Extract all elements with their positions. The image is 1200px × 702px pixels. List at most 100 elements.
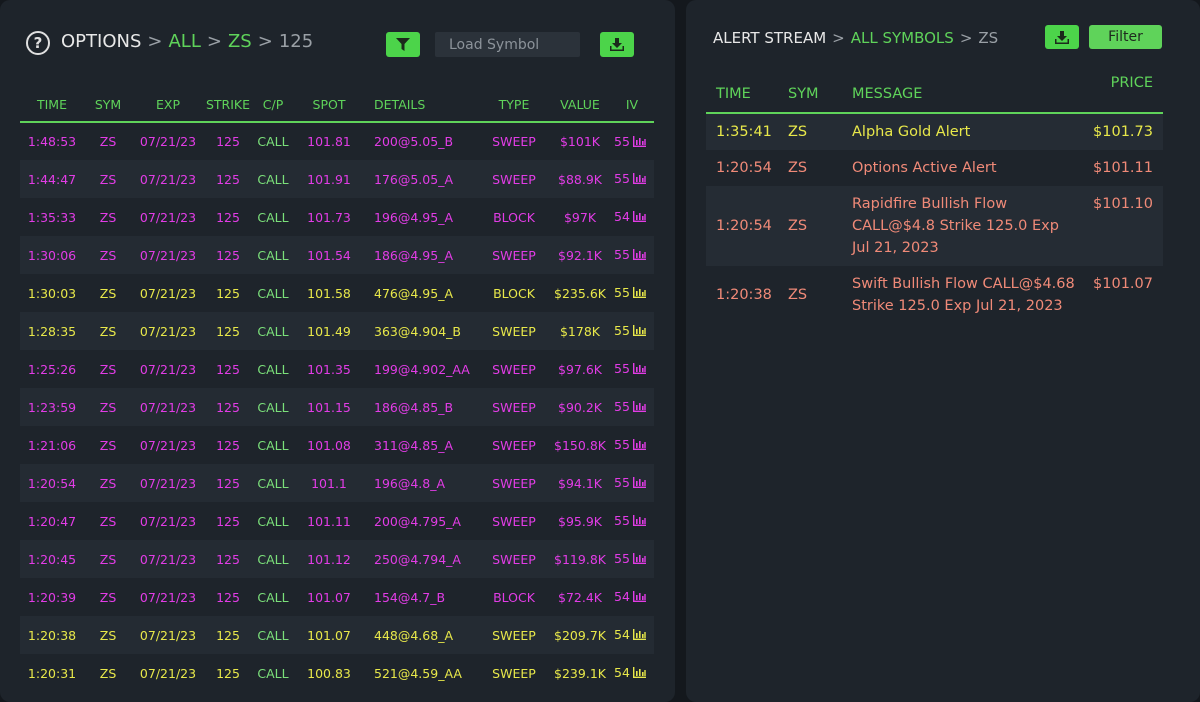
cell-spot: 101.07	[294, 616, 364, 654]
chart-bars-icon[interactable]	[632, 400, 646, 415]
column-header-sym[interactable]: SYM	[84, 88, 132, 123]
chart-bars-icon[interactable]	[632, 666, 646, 681]
column-header-strike[interactable]: STRIKE	[204, 88, 252, 123]
breadcrumb-all-symbols[interactable]: ALL SYMBOLS	[851, 29, 954, 47]
column-header-message[interactable]: MESSAGE	[852, 75, 1078, 114]
load-symbol-input[interactable]	[435, 32, 580, 57]
cell-details: 448@4.68_A	[364, 616, 478, 654]
cell-exp: 07/21/23	[132, 236, 204, 274]
cell-strike: 125	[204, 160, 252, 198]
iv-value: 55	[614, 247, 630, 262]
cell-time: 1:20:54	[20, 464, 84, 502]
column-header-price[interactable]: PRICE	[1078, 75, 1163, 114]
column-header-value[interactable]: VALUE	[550, 88, 610, 123]
cell-time: 1:44:47	[20, 160, 84, 198]
table-row[interactable]: 1:20:31 ZS 07/21/23 125 CALL 100.83 521@4.59_A…	[20, 654, 654, 692]
alert-cell-price: $101.73	[1078, 113, 1163, 150]
alert-row[interactable]: 1:20:54 ZS Options Active Alert $101.11	[706, 150, 1163, 186]
options-panel: ? OPTIONS > ALL > ZS > 125 Load Symbol T…	[0, 0, 675, 702]
table-row[interactable]: 1:20:54 ZS 07/21/23 125 CALL 101.1 196@4.8_A SW…	[20, 464, 654, 502]
cell-iv: 55	[610, 312, 654, 350]
column-header-type[interactable]: TYPE	[478, 88, 550, 123]
table-row[interactable]: 1:20:38 ZS 07/21/23 125 CALL 101.07 448@4.68_A…	[20, 616, 654, 654]
table-row[interactable]: 1:48:53 ZS 07/21/23 125 CALL 101.81 200@5.05_B…	[20, 122, 654, 160]
cell-cp: CALL	[252, 426, 294, 464]
column-header-details[interactable]: DETAILS	[364, 88, 478, 123]
breadcrumb-symbol[interactable]: ZS	[228, 31, 252, 52]
cell-exp: 07/21/23	[132, 198, 204, 236]
alert-filter-button[interactable]: Filter	[1089, 25, 1162, 49]
table-row[interactable]: 1:28:35 ZS 07/21/23 125 CALL 101.49 363@4.904_…	[20, 312, 654, 350]
cell-iv: 55	[610, 540, 654, 578]
cell-type: SWEEP	[478, 502, 550, 540]
cell-value: $90.2K	[550, 388, 610, 426]
chart-bars-icon[interactable]	[632, 552, 646, 567]
cell-details: 186@4.85_B	[364, 388, 478, 426]
chart-bars-icon[interactable]	[632, 514, 646, 529]
download-button[interactable]	[600, 32, 634, 57]
column-header-spot[interactable]: SPOT	[294, 88, 364, 123]
chart-bars-icon[interactable]	[632, 286, 646, 301]
cell-type: BLOCK	[478, 578, 550, 616]
alert-cell-price: $101.10	[1078, 186, 1163, 266]
cell-spot: 101.54	[294, 236, 364, 274]
cell-value: $97.6K	[550, 350, 610, 388]
options-table: TIME SYM EXP STRIKE C/P SPOT DETAILS TYPE VALUE I…	[20, 88, 654, 692]
chart-bars-icon[interactable]	[632, 438, 646, 453]
column-header-cp[interactable]: C/P	[252, 88, 294, 123]
chart-bars-icon[interactable]	[632, 210, 646, 225]
alert-row[interactable]: 1:20:54 ZS Rapidfire Bullish Flow CALL@$4.…	[706, 186, 1163, 266]
breadcrumb-alert-stream[interactable]: ALERT STREAM	[713, 29, 826, 47]
chart-bars-icon[interactable]	[632, 248, 646, 263]
cell-value: $72.4K	[550, 578, 610, 616]
column-header-time[interactable]: TIME	[20, 88, 84, 123]
alert-row[interactable]: 1:20:38 ZS Swift Bullish Flow CALL@$4.68 S…	[706, 266, 1163, 324]
cell-exp: 07/21/23	[132, 388, 204, 426]
chart-bars-icon[interactable]	[632, 135, 646, 150]
cell-details: 311@4.85_A	[364, 426, 478, 464]
cell-value: $209.7K	[550, 616, 610, 654]
table-row[interactable]: 1:21:06 ZS 07/21/23 125 CALL 101.08 311@4.85_A…	[20, 426, 654, 464]
download-icon	[1055, 30, 1069, 44]
alert-row[interactable]: 1:35:41 ZS Alpha Gold Alert $101.73	[706, 113, 1163, 150]
table-row[interactable]: 1:23:59 ZS 07/21/23 125 CALL 101.15 186@4.85_B…	[20, 388, 654, 426]
filter-button[interactable]	[386, 32, 420, 57]
cell-strike: 125	[204, 654, 252, 692]
help-icon[interactable]: ?	[26, 31, 50, 55]
alert-table-body: 1:35:41 ZS Alpha Gold Alert $101.73 1:20:54 Z…	[706, 113, 1163, 324]
chart-bars-icon[interactable]	[632, 362, 646, 377]
table-row[interactable]: 1:20:39 ZS 07/21/23 125 CALL 101.07 154@4.7_B B…	[20, 578, 654, 616]
alert-download-button[interactable]	[1045, 25, 1079, 49]
table-row[interactable]: 1:35:33 ZS 07/21/23 125 CALL 101.73 196@4.95_A…	[20, 198, 654, 236]
table-row[interactable]: 1:30:03 ZS 07/21/23 125 CALL 101.58 476@4.95_A…	[20, 274, 654, 312]
cell-cp: CALL	[252, 122, 294, 160]
breadcrumb-all[interactable]: ALL	[168, 31, 200, 52]
table-row[interactable]: 1:20:47 ZS 07/21/23 125 CALL 101.11 200@4.795_…	[20, 502, 654, 540]
cell-type: SWEEP	[478, 540, 550, 578]
column-header-time[interactable]: TIME	[706, 75, 788, 114]
chart-bars-icon[interactable]	[632, 172, 646, 187]
column-header-iv[interactable]: IV	[610, 88, 654, 123]
cell-iv: 54	[610, 198, 654, 236]
cell-time: 1:48:53	[20, 122, 84, 160]
chart-bars-icon[interactable]	[632, 590, 646, 605]
cell-iv: 54	[610, 578, 654, 616]
chart-bars-icon[interactable]	[632, 324, 646, 339]
alert-cell-message: Options Active Alert	[852, 150, 1078, 186]
chart-bars-icon[interactable]	[632, 628, 646, 643]
cell-cp: CALL	[252, 578, 294, 616]
cell-exp: 07/21/23	[132, 540, 204, 578]
chart-bars-icon[interactable]	[632, 476, 646, 491]
cell-time: 1:21:06	[20, 426, 84, 464]
cell-cp: CALL	[252, 654, 294, 692]
table-row[interactable]: 1:30:06 ZS 07/21/23 125 CALL 101.54 186@4.95_A…	[20, 236, 654, 274]
column-header-sym[interactable]: SYM	[788, 75, 852, 114]
breadcrumb-options[interactable]: OPTIONS	[61, 31, 141, 52]
iv-value: 55	[614, 513, 630, 528]
table-row[interactable]: 1:20:45 ZS 07/21/23 125 CALL 101.12 250@4.794_…	[20, 540, 654, 578]
cell-strike: 125	[204, 312, 252, 350]
column-header-exp[interactable]: EXP	[132, 88, 204, 123]
table-row[interactable]: 1:44:47 ZS 07/21/23 125 CALL 101.91 176@5.05_A…	[20, 160, 654, 198]
breadcrumb-separator: >	[147, 31, 163, 52]
table-row[interactable]: 1:25:26 ZS 07/21/23 125 CALL 101.35 199@4.902_…	[20, 350, 654, 388]
